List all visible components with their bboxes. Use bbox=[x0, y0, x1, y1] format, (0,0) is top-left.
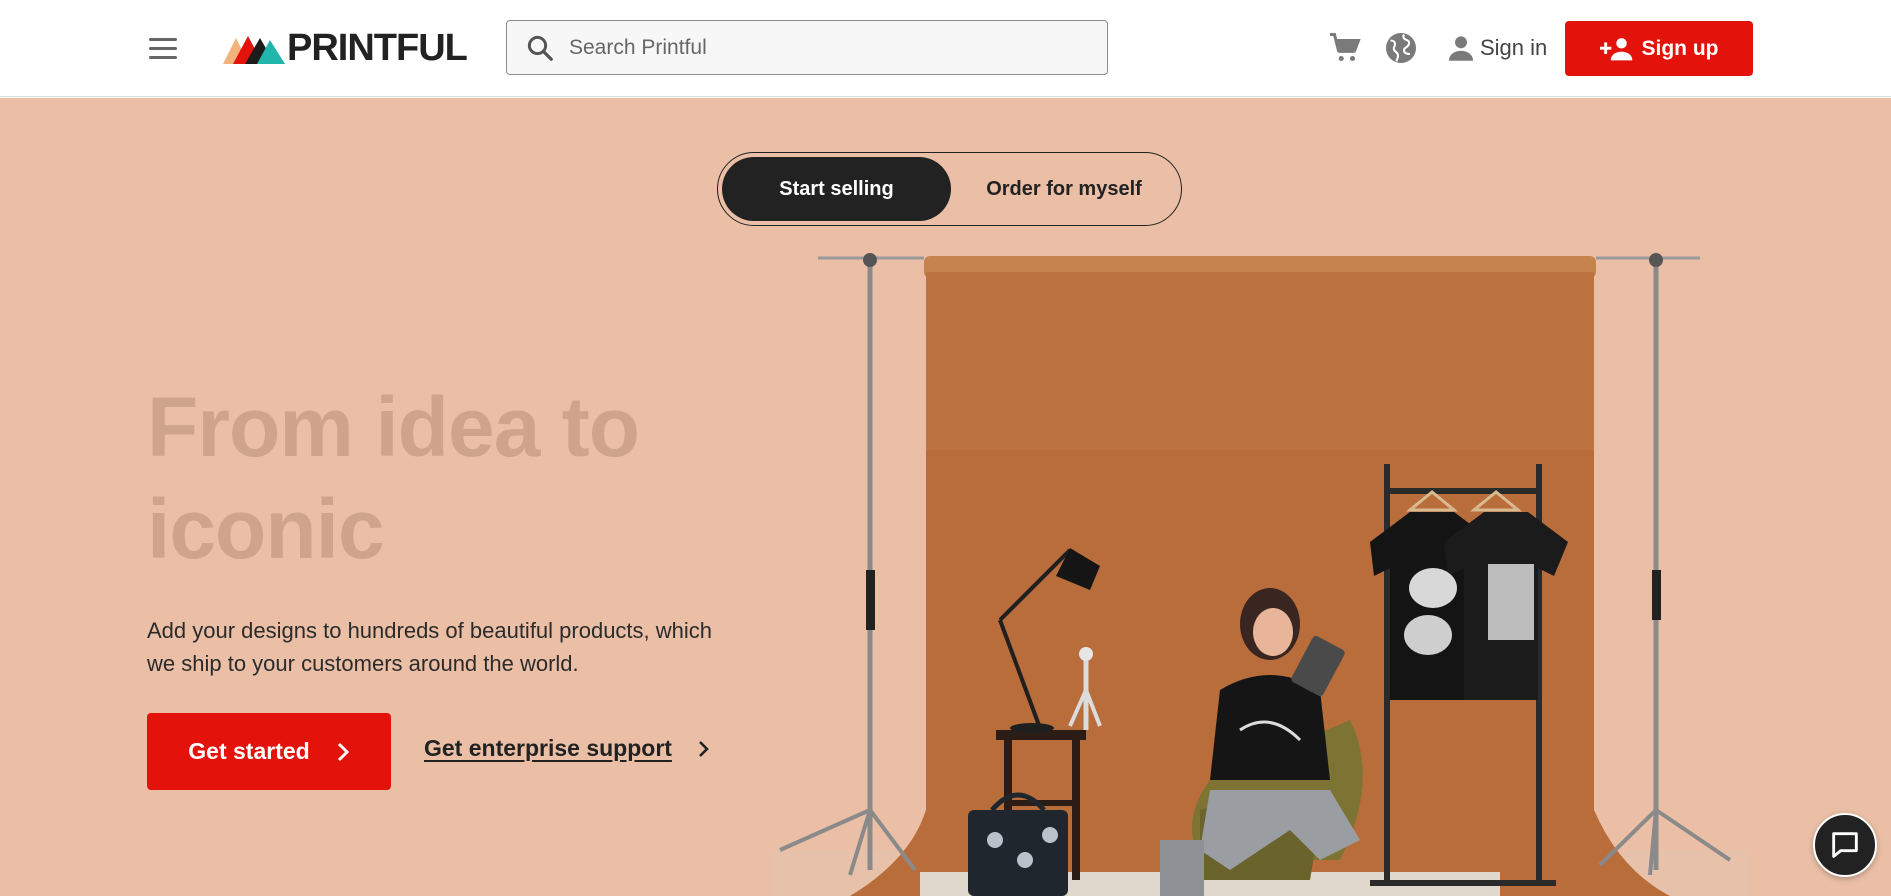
chat-widget-button[interactable] bbox=[1813, 813, 1877, 877]
logo-mountains-icon bbox=[223, 36, 285, 64]
hero-headline: From idea to iconic bbox=[147, 380, 640, 576]
chat-bubble-icon bbox=[1832, 832, 1858, 858]
signup-button[interactable]: Sign up bbox=[1565, 21, 1753, 76]
enterprise-support-label: Get enterprise support bbox=[424, 735, 672, 761]
toggle-start-selling[interactable]: Start selling bbox=[722, 157, 951, 221]
signin-label: Sign in bbox=[1480, 35, 1548, 60]
search-icon bbox=[527, 35, 553, 61]
menu-icon[interactable] bbox=[149, 38, 177, 60]
signup-label: Sign up bbox=[1641, 36, 1719, 60]
get-started-label: Get started bbox=[188, 738, 310, 764]
get-started-button[interactable]: Get started bbox=[147, 713, 391, 790]
audience-toggle: Start selling Order for myself bbox=[717, 152, 1182, 226]
signin-link[interactable]: Sign in bbox=[1444, 30, 1547, 66]
chevron-right-icon bbox=[337, 742, 349, 761]
toggle-order-for-myself[interactable]: Order for myself bbox=[951, 157, 1177, 221]
search-input[interactable] bbox=[569, 35, 1089, 60]
search-bar[interactable] bbox=[506, 20, 1108, 75]
printful-logo[interactable]: PRINTFUL bbox=[223, 26, 468, 69]
globe-icon[interactable] bbox=[1383, 30, 1419, 66]
hero-subtext: Add your designs to hundreds of beautifu… bbox=[147, 618, 713, 676]
cart-icon[interactable] bbox=[1327, 30, 1363, 66]
hero-section: Start selling Order for myself From idea… bbox=[0, 98, 1891, 896]
chevron-right-icon bbox=[699, 740, 709, 757]
site-header: PRINTFUL Sign in bbox=[0, 0, 1891, 97]
enterprise-support-link[interactable]: Get enterprise support bbox=[424, 735, 710, 762]
person-icon bbox=[1448, 36, 1474, 61]
hero-image bbox=[770, 253, 1750, 896]
add-person-icon bbox=[1599, 37, 1632, 60]
logo-text: PRINTFUL bbox=[287, 26, 468, 69]
